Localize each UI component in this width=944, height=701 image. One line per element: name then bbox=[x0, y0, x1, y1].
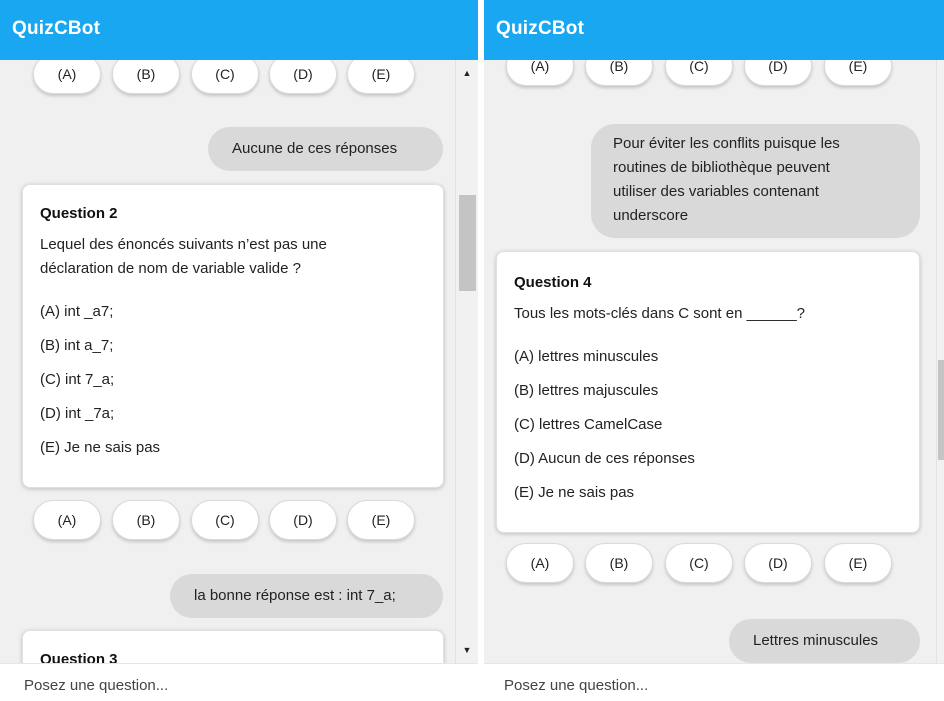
question-title: Question 4 bbox=[514, 274, 592, 291]
chat-window-left: QuizCBot (A) (B) (C) (D) (E) Aucune de c… bbox=[0, 0, 478, 701]
answer-options-row: (A) (B) (C) (D) (E) bbox=[0, 500, 455, 544]
scrollbar-thumb[interactable] bbox=[459, 195, 476, 291]
question-choice: (D) Aucun de ces réponses bbox=[514, 450, 695, 467]
message-line: utiliser des variables contenant bbox=[613, 183, 819, 200]
message-line: routines de bibliothèque peuvent bbox=[613, 159, 830, 176]
chat-scrollbar[interactable]: ▲ ▼ bbox=[455, 60, 478, 663]
answer-options-row: (A) (B) (C) (D) (E) bbox=[0, 60, 455, 98]
question-choice: (E) Je ne sais pas bbox=[514, 484, 635, 501]
option-d-button[interactable]: (D) bbox=[744, 60, 812, 86]
chat-title: QuizCBot bbox=[12, 18, 101, 39]
question-choice: (C) int 7_a; bbox=[40, 371, 115, 388]
option-c-button[interactable]: (C) bbox=[191, 60, 259, 94]
option-d-button[interactable]: (D) bbox=[269, 60, 337, 94]
option-c-button[interactable]: (C) bbox=[665, 60, 733, 86]
user-message-bubble: Aucune de ces réponses bbox=[208, 127, 443, 171]
question-choice: (C) lettres CamelCase bbox=[514, 416, 663, 433]
scrollbar-thumb[interactable] bbox=[938, 360, 944, 460]
question-choice: (A) lettres minuscules bbox=[514, 348, 659, 365]
option-e-button[interactable]: (E) bbox=[347, 60, 415, 94]
chat-header: QuizCBot bbox=[484, 0, 944, 60]
question-input[interactable] bbox=[504, 674, 804, 696]
option-b-button[interactable]: (B) bbox=[585, 60, 653, 86]
question-text-line: Lequel des énoncés suivants n’est pas un… bbox=[40, 236, 327, 253]
chat-scrollbar[interactable] bbox=[936, 60, 944, 663]
question-choice: (A) int _a7; bbox=[40, 303, 114, 320]
message-line: underscore bbox=[613, 207, 689, 224]
option-c-button[interactable]: (C) bbox=[191, 500, 259, 540]
question-choice: (B) lettres majuscules bbox=[514, 382, 659, 399]
question-card: Question 3 bbox=[22, 630, 444, 663]
option-e-button[interactable]: (E) bbox=[347, 500, 415, 540]
user-message-bubble: Pour éviter les conflits puisque les rou… bbox=[591, 124, 920, 238]
option-b-button[interactable]: (B) bbox=[585, 543, 653, 583]
question-choice: (E) Je ne sais pas bbox=[40, 439, 161, 456]
option-d-button[interactable]: (D) bbox=[744, 543, 812, 583]
message-input-bar bbox=[484, 663, 944, 701]
question-text-line: Tous les mots-clés dans C sont en ______… bbox=[514, 305, 805, 322]
option-e-button[interactable]: (E) bbox=[824, 60, 892, 86]
option-d-button[interactable]: (D) bbox=[269, 500, 337, 540]
answer-options-row: (A) (B) (C) (D) (E) bbox=[484, 60, 936, 90]
question-card: Question 4 Tous les mots-clés dans C son… bbox=[496, 251, 920, 533]
question-text-line: déclaration de nom de variable valide ? bbox=[40, 260, 301, 277]
message-input-bar bbox=[0, 663, 478, 701]
question-title: Question 2 bbox=[40, 205, 118, 222]
question-title: Question 3 bbox=[40, 651, 118, 663]
option-b-button[interactable]: (B) bbox=[112, 500, 180, 540]
option-e-button[interactable]: (E) bbox=[824, 543, 892, 583]
question-choice: (B) int a_7; bbox=[40, 337, 114, 354]
scroll-down-arrow-icon[interactable]: ▼ bbox=[456, 641, 478, 659]
chat-window-right: QuizCBot (A) (B) (C) (D) (E) Pour éviter… bbox=[484, 0, 944, 701]
user-message-bubble: Lettres minuscules bbox=[729, 619, 920, 663]
chat-title: QuizCBot bbox=[496, 18, 585, 39]
chat-header: QuizCBot bbox=[0, 0, 478, 60]
chat-messages: (A) (B) (C) (D) (E) Aucune de ces répons… bbox=[0, 60, 455, 663]
question-choice: (D) int _7a; bbox=[40, 405, 115, 422]
scroll-up-arrow-icon[interactable]: ▲ bbox=[456, 64, 478, 82]
option-a-button[interactable]: (A) bbox=[506, 60, 574, 86]
option-a-button[interactable]: (A) bbox=[506, 543, 574, 583]
option-a-button[interactable]: (A) bbox=[33, 60, 101, 94]
chat-messages: (A) (B) (C) (D) (E) Pour éviter les conf… bbox=[484, 60, 936, 663]
bot-reply-bubble: la bonne réponse est : int 7_a; bbox=[170, 574, 443, 618]
option-b-button[interactable]: (B) bbox=[112, 60, 180, 94]
answer-options-row: (A) (B) (C) (D) (E) bbox=[484, 543, 936, 587]
question-card: Question 2 Lequel des énoncés suivants n… bbox=[22, 184, 444, 488]
option-c-button[interactable]: (C) bbox=[665, 543, 733, 583]
option-a-button[interactable]: (A) bbox=[33, 500, 101, 540]
question-input[interactable] bbox=[24, 674, 324, 696]
message-line: Pour éviter les conflits puisque les bbox=[613, 135, 840, 152]
